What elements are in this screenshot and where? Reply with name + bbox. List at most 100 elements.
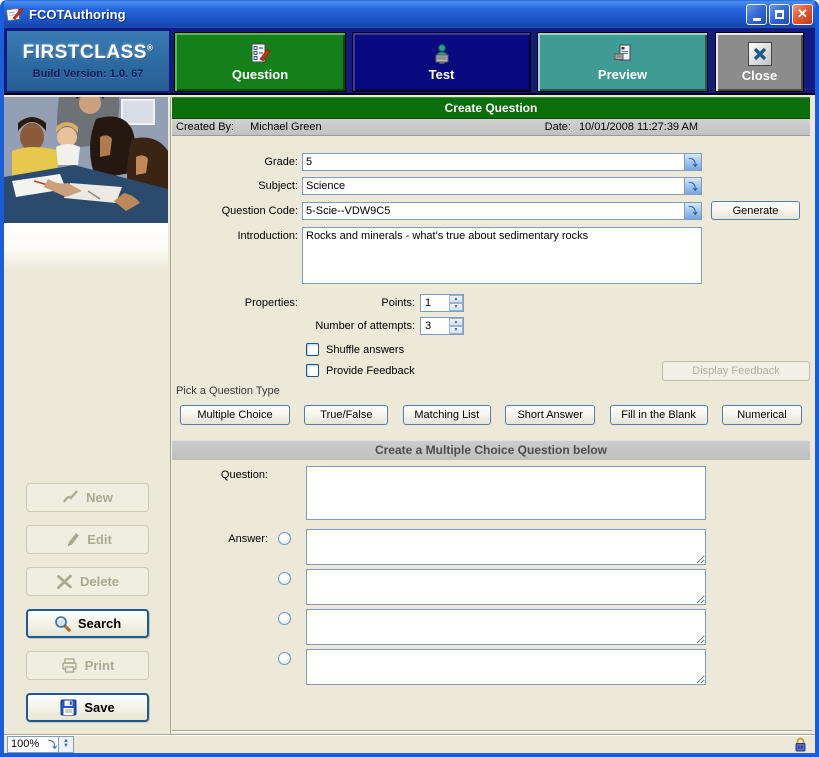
- save-icon: [60, 699, 77, 716]
- edit-button[interactable]: Edit: [26, 525, 149, 554]
- points-down-icon[interactable]: ▼: [449, 303, 463, 311]
- answer-row: [172, 569, 815, 605]
- nav-close-label: Close: [742, 68, 777, 83]
- edit-icon: [63, 531, 80, 548]
- grade-label: Grade:: [172, 156, 302, 168]
- chevron-down-icon[interactable]: ⤵: [684, 178, 701, 194]
- close-window-button[interactable]: ✕: [792, 4, 813, 25]
- question-label: Question:: [172, 466, 268, 520]
- maximize-button[interactable]: [769, 4, 790, 25]
- provide-feedback-checkbox[interactable]: [306, 364, 319, 377]
- points-label: Points:: [302, 297, 420, 309]
- shuffle-checkbox[interactable]: [306, 343, 319, 356]
- answer-1-input[interactable]: [306, 529, 706, 565]
- delete-button[interactable]: Delete: [26, 567, 149, 596]
- display-feedback-button[interactable]: Display Feedback: [662, 361, 810, 381]
- type-short-answer-button[interactable]: Short Answer: [505, 405, 595, 425]
- question-textarea[interactable]: [306, 466, 706, 520]
- date-value: 10/01/2008 11:27:39 AM: [579, 121, 698, 133]
- header-band: FIRSTCLASS® Build Version: 1.0. 67 Quest…: [4, 28, 815, 95]
- search-button[interactable]: Search: [26, 609, 149, 638]
- type-matching-list-button[interactable]: Matching List: [403, 405, 491, 425]
- answer-row: Answer:: [172, 529, 815, 565]
- type-numerical-button[interactable]: Numerical: [722, 405, 802, 425]
- zoom-control: 100% ⤵ ▲ ▼: [7, 736, 74, 753]
- attempts-stepper[interactable]: 3 ▲ ▼: [420, 317, 464, 335]
- zoom-down-icon[interactable]: ▼: [63, 744, 69, 749]
- preview-icon: [612, 43, 634, 65]
- grade-select[interactable]: 5 ⤵: [302, 153, 702, 171]
- date-label: Date:: [545, 121, 571, 133]
- attempts-up-icon[interactable]: ▲: [449, 318, 463, 326]
- introduction-label: Introduction:: [172, 227, 302, 242]
- new-button[interactable]: New: [26, 483, 149, 512]
- generate-button[interactable]: Generate: [711, 201, 800, 220]
- answer-2-radio[interactable]: [278, 572, 291, 585]
- zoom-select[interactable]: 100% ⤵: [7, 736, 59, 753]
- answer-3-input[interactable]: [306, 609, 706, 645]
- nav-test-button[interactable]: Test: [352, 32, 531, 92]
- print-button[interactable]: Print: [26, 651, 149, 680]
- search-icon: [54, 615, 71, 632]
- answer-1-radio[interactable]: [278, 532, 291, 545]
- answer-label: Answer:: [172, 529, 268, 545]
- shuffle-label: Shuffle answers: [326, 344, 404, 356]
- shuffle-row: Shuffle answers: [306, 343, 810, 356]
- nav-close-button[interactable]: Close: [715, 32, 804, 92]
- introduction-textarea[interactable]: Rocks and minerals - what's true about s…: [302, 227, 702, 284]
- titlebar: FCOTAuthoring ✕: [0, 0, 819, 28]
- answer-row: [172, 609, 815, 645]
- save-button[interactable]: Save: [26, 693, 149, 722]
- chevron-down-icon[interactable]: ⤵: [684, 203, 701, 219]
- zoom-value: 100%: [11, 738, 39, 750]
- lock-icon: [794, 737, 807, 752]
- brand-panel: FIRSTCLASS® Build Version: 1.0. 67: [7, 31, 169, 91]
- chevron-down-icon[interactable]: ⤵: [684, 154, 701, 170]
- sidebar: New Edit Delete Search: [4, 97, 171, 734]
- app-icon: [6, 5, 24, 23]
- window-title: FCOTAuthoring: [29, 7, 126, 22]
- attempts-row: Number of attempts: 3 ▲ ▼: [172, 317, 815, 335]
- grade-row: Grade: 5 ⤵: [172, 153, 815, 171]
- minimize-button[interactable]: [746, 4, 767, 25]
- question-type-label: Pick a Question Type: [176, 385, 815, 397]
- test-icon: [431, 43, 453, 65]
- points-stepper[interactable]: 1 ▲ ▼: [420, 294, 464, 312]
- type-multiple-choice-button[interactable]: Multiple Choice: [180, 405, 290, 425]
- subject-select[interactable]: Science ⤵: [302, 177, 702, 195]
- delete-icon: [56, 573, 73, 590]
- photo-fade: [4, 223, 168, 271]
- type-fill-blank-button[interactable]: Fill in the Blank: [610, 405, 708, 425]
- section-banner: Create Question: [172, 97, 810, 119]
- classroom-photo: [4, 97, 168, 223]
- type-true-false-button[interactable]: True/False: [304, 405, 388, 425]
- subject-label: Subject:: [172, 180, 302, 192]
- new-icon: [62, 489, 79, 506]
- mc-section-header: Create a Multiple Choice Question below: [172, 440, 810, 460]
- answer-4-radio[interactable]: [278, 652, 291, 665]
- question-type-buttons: Multiple Choice True/False Matching List…: [180, 405, 802, 425]
- firstclass-logo: FIRSTCLASS®: [23, 42, 154, 64]
- answer-3-radio[interactable]: [278, 612, 291, 625]
- app-window: FCOTAuthoring ✕ FIRSTCLASS® Build Versio…: [0, 0, 819, 757]
- question-row: Question:: [172, 466, 815, 520]
- created-by-label: Created By:: [176, 121, 234, 133]
- question-icon: [249, 43, 271, 65]
- nav-question-button[interactable]: Question: [174, 32, 346, 92]
- section-title: Create Question: [445, 101, 538, 115]
- zoom-stepper[interactable]: ▲ ▼: [59, 736, 74, 753]
- feedback-row: Provide Feedback Display Feedback: [306, 364, 810, 377]
- question-code-label: Question Code:: [172, 205, 302, 217]
- nav-preview-button[interactable]: Preview: [537, 32, 708, 92]
- attempts-label: Number of attempts:: [302, 320, 420, 332]
- print-icon: [61, 657, 78, 674]
- answer-4-input[interactable]: [306, 649, 706, 685]
- answer-2-input[interactable]: [306, 569, 706, 605]
- attempts-down-icon[interactable]: ▼: [449, 326, 463, 334]
- nav-preview-label: Preview: [598, 67, 647, 82]
- points-up-icon[interactable]: ▲: [449, 295, 463, 303]
- close-icon: [748, 42, 772, 66]
- chevron-down-icon[interactable]: ⤵: [48, 738, 57, 751]
- question-code-select[interactable]: 5-Scie--VDW9C5 ⤵: [302, 202, 702, 220]
- introduction-row: Introduction: Rocks and minerals - what'…: [172, 227, 815, 284]
